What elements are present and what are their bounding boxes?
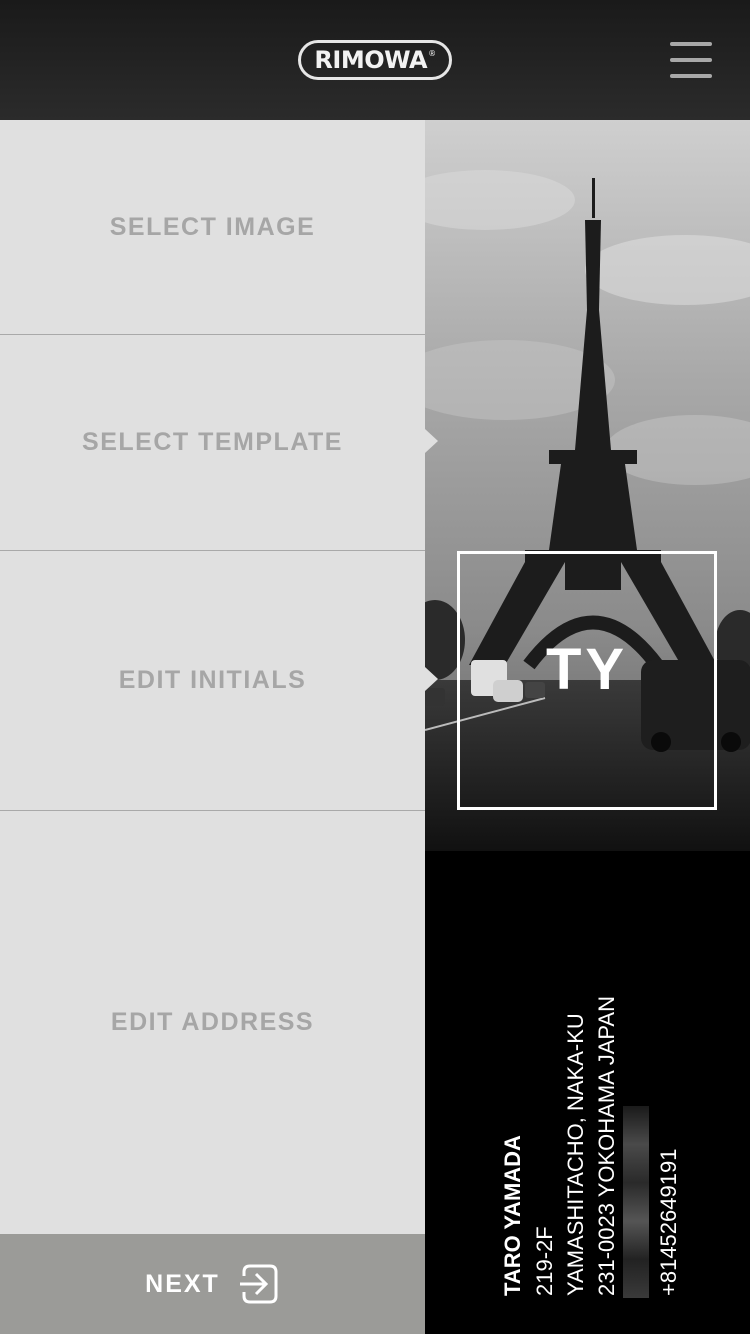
step-label: SELECT TEMPLATE xyxy=(82,428,343,456)
redacted-block xyxy=(623,1106,649,1298)
next-label: NEXT xyxy=(145,1269,220,1298)
step-label: EDIT ADDRESS xyxy=(110,1008,315,1036)
address-line-1: 219-2F xyxy=(532,1226,557,1296)
hamburger-menu-icon[interactable] xyxy=(670,42,712,78)
app-header: RIMOWA ® xyxy=(0,0,750,120)
address-line-3: 231-0023 YOKOHAMA JAPAN xyxy=(594,996,619,1296)
step-edit-initials[interactable]: EDIT INITIALS xyxy=(0,551,425,811)
next-button[interactable]: NEXT xyxy=(0,1234,425,1334)
registered-mark: ® xyxy=(428,48,436,58)
step-select-image[interactable]: SELECT IMAGE xyxy=(0,120,425,335)
step-pointer xyxy=(425,667,438,691)
rimowa-logo: RIMOWA ® xyxy=(298,40,452,80)
initials-text: TY xyxy=(545,637,629,702)
initials-frame[interactable]: TY xyxy=(457,551,717,810)
step-select-template[interactable]: SELECT TEMPLATE xyxy=(0,335,425,551)
logo-text: RIMOWA xyxy=(314,46,428,74)
step-label: EDIT INITIALS xyxy=(118,666,307,694)
step-pointer xyxy=(425,429,438,453)
step-edit-address[interactable]: EDIT ADDRESS xyxy=(0,811,425,1234)
menu-bar xyxy=(670,58,712,62)
address-line-2: YAMASHITACHO, NAKA-KU xyxy=(563,1013,588,1296)
step-label: SELECT IMAGE xyxy=(109,212,316,241)
menu-bar xyxy=(670,42,712,46)
arrow-right-box-icon xyxy=(239,1264,278,1304)
steps-panel: SELECT IMAGE SELECT TEMPLATE EDIT INITIA… xyxy=(0,120,425,1234)
address-phone: +81452649191 xyxy=(656,1148,681,1296)
menu-bar xyxy=(670,74,712,78)
address-name: TARO YAMADA xyxy=(500,1135,525,1296)
